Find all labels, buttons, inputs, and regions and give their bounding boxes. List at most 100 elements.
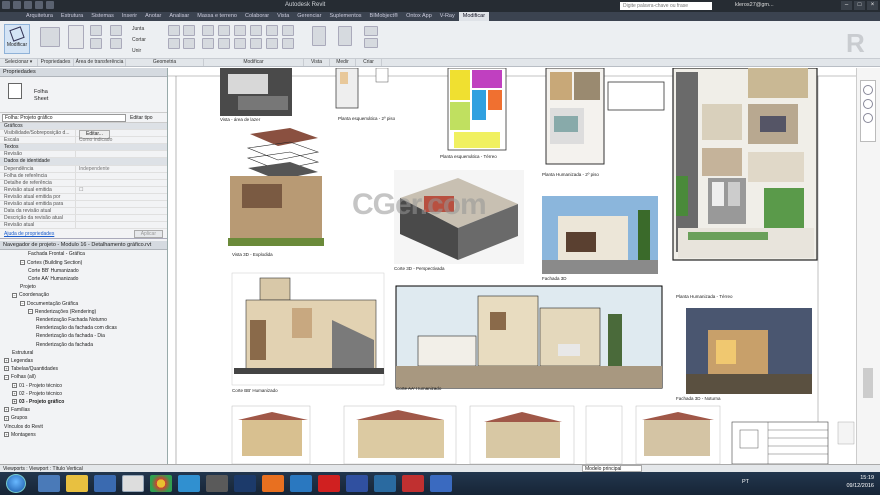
drawing-canvas[interactable]: Vista - área de lazer Planta esquemática… <box>168 68 856 464</box>
apply-button[interactable]: Aplicar <box>133 229 163 238</box>
tree-item[interactable]: Estrutural <box>0 349 167 357</box>
tree-item[interactable]: − Folhas (all) <box>0 373 167 381</box>
geometry-tool-3[interactable] <box>183 25 195 36</box>
copy-button[interactable] <box>90 38 102 49</box>
system-clock[interactable]: 15:19 09/12/2016 <box>846 474 874 490</box>
property-value[interactable]: ☐ <box>76 187 167 193</box>
modify-tool-9[interactable] <box>266 38 278 49</box>
save-icon[interactable] <box>24 1 32 9</box>
expand-toggle-icon[interactable]: − <box>4 374 9 380</box>
app6-icon[interactable] <box>402 475 424 492</box>
edit-type-button[interactable]: Editar tipo <box>130 115 153 121</box>
modify-tool-3[interactable] <box>218 38 230 49</box>
modify-tool-2[interactable] <box>218 25 230 36</box>
properties-button[interactable] <box>40 27 60 47</box>
property-value[interactable] <box>76 151 167 157</box>
tree-item[interactable]: Renderização da fachada <box>0 341 167 349</box>
property-value[interactable] <box>76 222 167 228</box>
revit-logo-icon[interactable] <box>2 1 10 9</box>
ribbon-tab-6[interactable]: Massa e terreno <box>193 12 241 21</box>
tree-item[interactable]: + Montagens <box>0 431 167 439</box>
modify-tool-6[interactable] <box>250 25 262 36</box>
modify-tool-0[interactable] <box>202 25 214 36</box>
steering-wheel-icon[interactable] <box>863 85 873 95</box>
cope-button[interactable] <box>110 25 122 36</box>
tree-item[interactable]: − Documentação Gráfica <box>0 300 167 308</box>
expand-toggle-icon[interactable]: − <box>20 300 25 306</box>
property-value[interactable] <box>76 180 167 186</box>
geometry-tool-4[interactable] <box>183 38 195 49</box>
tree-item[interactable]: Projeto <box>0 283 167 291</box>
ribbon-tab-8[interactable]: Vista <box>273 12 293 21</box>
expand-toggle-icon[interactable]: + <box>4 358 9 364</box>
tree-item[interactable]: Corte BB' Humanizado <box>0 267 167 275</box>
tree-item[interactable]: Fachada Frontal - Gráfica <box>0 250 167 258</box>
app5-icon[interactable] <box>374 475 396 492</box>
app3-icon[interactable] <box>318 475 340 492</box>
tree-item[interactable]: +03 - Projeto gráfico <box>0 398 167 406</box>
properties-help-link[interactable]: Ajuda de propriedades <box>4 231 54 237</box>
model-selector[interactable]: Modelo principal <box>582 465 642 472</box>
media-icon[interactable] <box>94 475 116 492</box>
folder-icon[interactable] <box>66 475 88 492</box>
expand-toggle-icon[interactable]: + <box>12 399 17 405</box>
ribbon-tab-9[interactable]: Gerenciar <box>293 12 325 21</box>
maximize-button[interactable]: □ <box>854 1 865 10</box>
ribbon-tab-5[interactable]: Analisar <box>165 12 193 21</box>
geometry-tool-2[interactable] <box>168 38 180 49</box>
paste-button[interactable] <box>68 25 84 49</box>
join-command[interactable]: Junta <box>132 24 146 35</box>
tree-item[interactable]: +02 - Projeto técnico <box>0 390 167 398</box>
property-value[interactable] <box>76 208 167 214</box>
expand-toggle-icon[interactable]: + <box>12 391 17 397</box>
tree-item[interactable]: Corte AA' Humanizado <box>0 275 167 283</box>
measure-tool[interactable] <box>338 26 352 46</box>
tree-item[interactable]: − Coordenação <box>0 291 167 299</box>
tree-item[interactable]: Renderização Fachada Noturno <box>0 316 167 324</box>
expand-toggle-icon[interactable]: − <box>12 292 17 298</box>
match-button[interactable] <box>110 38 122 49</box>
ribbon-tab-3[interactable]: Inserir <box>118 12 141 21</box>
property-value[interactable] <box>76 173 167 179</box>
ribbon-tab-12[interactable]: Ontox App <box>402 12 436 21</box>
cut-button[interactable] <box>90 25 102 36</box>
chrome-icon[interactable] <box>150 475 172 492</box>
app4-icon[interactable] <box>346 475 368 492</box>
tree-item[interactable]: + Famílias <box>0 406 167 414</box>
expand-toggle-icon[interactable]: + <box>4 366 9 372</box>
ribbon-tab-1[interactable]: Estrutura <box>57 12 87 21</box>
app7-icon[interactable] <box>430 475 452 492</box>
unite-command[interactable]: Unir <box>132 46 146 57</box>
expand-toggle-icon[interactable]: + <box>4 415 9 421</box>
ribbon-tab-11[interactable]: BIMobject® <box>366 12 403 21</box>
app-icon[interactable] <box>206 475 228 492</box>
expand-toggle-icon[interactable]: + <box>12 382 17 388</box>
explorer-icon[interactable] <box>38 475 60 492</box>
property-value[interactable]: Como indicado <box>76 137 167 143</box>
app2-icon[interactable] <box>290 475 312 492</box>
minimize-button[interactable]: – <box>841 1 852 10</box>
user-account[interactable]: kleros27@gm... <box>735 2 774 8</box>
ribbon-tab-2[interactable]: Sistemas <box>87 12 118 21</box>
language-indicator[interactable]: PT <box>742 479 749 485</box>
expand-toggle-icon[interactable]: − <box>20 259 25 265</box>
redo-icon[interactable] <box>46 1 54 9</box>
modify-tool-7[interactable] <box>250 38 262 49</box>
tree-item[interactable]: + Tabelas/Quantidades <box>0 365 167 373</box>
modify-tool-1[interactable] <box>202 38 214 49</box>
tree-item[interactable]: − Cortes (Building Section) <box>0 259 167 267</box>
skype-icon[interactable] <box>178 475 200 492</box>
undo-icon[interactable] <box>35 1 43 9</box>
modify-tool-10[interactable] <box>282 25 294 36</box>
pan-icon[interactable] <box>863 113 873 123</box>
search-input[interactable]: Digite palavra-chave ou frase <box>620 2 712 10</box>
tree-item[interactable]: − Renderizações (Rendering) <box>0 308 167 316</box>
firefox-icon[interactable] <box>262 475 284 492</box>
zoom-icon[interactable] <box>863 99 873 109</box>
cut-command[interactable]: Cortar <box>132 35 146 46</box>
type-selector[interactable]: Folha: Projeto gráfico <box>2 113 126 122</box>
modify-tool-5[interactable] <box>234 38 246 49</box>
modify-button[interactable]: Modificar <box>4 24 30 54</box>
open-icon[interactable] <box>13 1 21 9</box>
modify-tool-11[interactable] <box>282 38 294 49</box>
